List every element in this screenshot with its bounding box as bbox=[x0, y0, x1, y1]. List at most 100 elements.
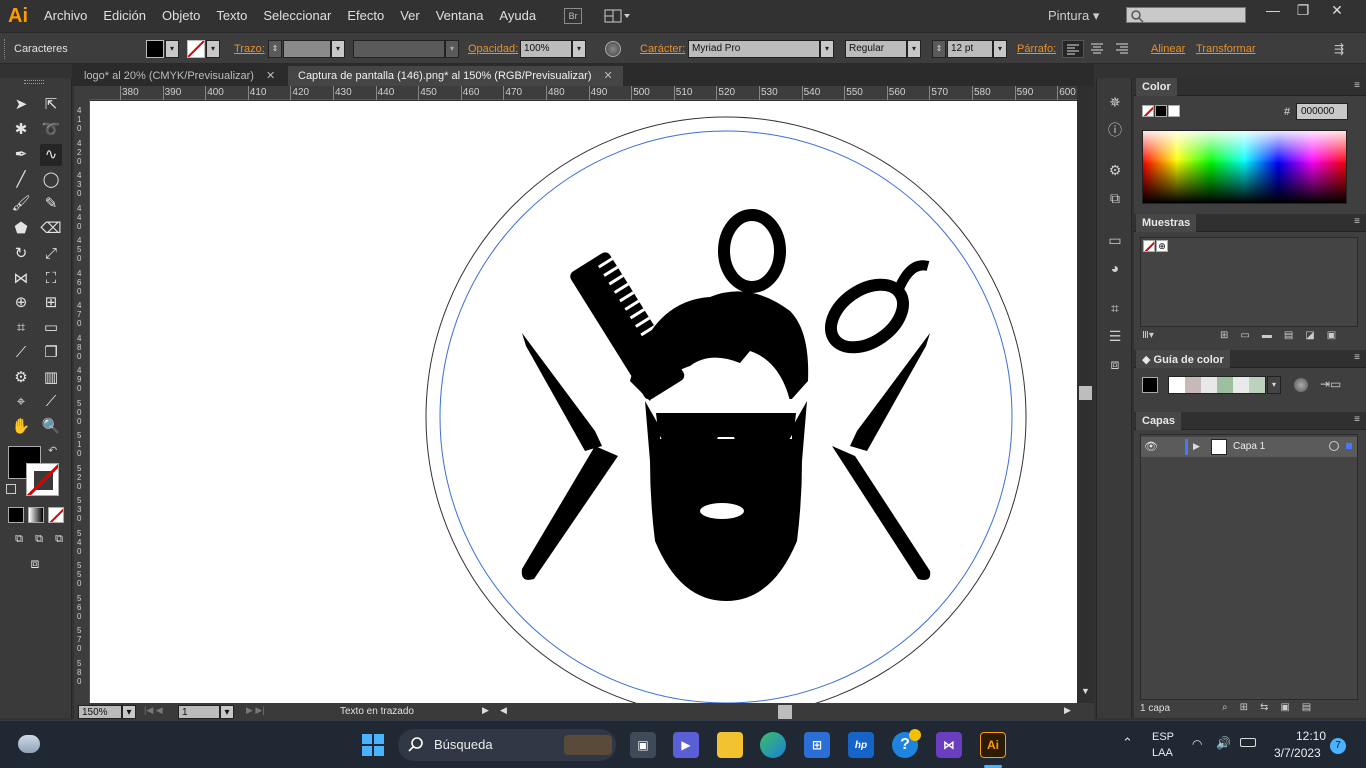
none-mode-icon[interactable] bbox=[48, 507, 64, 523]
menu-archivo[interactable]: Archivo bbox=[36, 0, 95, 32]
expand-triangle-icon[interactable]: ▶ bbox=[1193, 441, 1200, 452]
white-swatch[interactable] bbox=[1168, 105, 1180, 117]
last-artboard-icon[interactable]: ▶ ▶| bbox=[246, 705, 265, 716]
opacity-dropdown[interactable]: ▾ bbox=[572, 40, 586, 58]
rotate-tool-icon[interactable]: ↻ bbox=[10, 243, 32, 265]
direct-selection-tool-icon[interactable]: ⇱ bbox=[40, 94, 62, 116]
vertical-scrollbar[interactable]: ▼ bbox=[1077, 86, 1094, 703]
menu-ver[interactable]: Ver bbox=[392, 0, 428, 32]
gradient-panel-icon[interactable]: ▭ bbox=[1105, 230, 1125, 250]
hex-input[interactable]: 000000 bbox=[1296, 103, 1348, 120]
variable-width-dropdown[interactable]: ▾ bbox=[445, 40, 459, 58]
menu-ventana[interactable]: Ventana bbox=[428, 0, 492, 32]
align-right-icon[interactable] bbox=[1112, 40, 1134, 58]
scroll-down-icon[interactable]: ▼ bbox=[1081, 686, 1090, 696]
color-panel-tab[interactable]: Color bbox=[1136, 78, 1177, 96]
default-colors-icon[interactable] bbox=[6, 484, 16, 494]
tab-logo[interactable]: logo* al 20% (CMYK/Previsualizar) ✕ bbox=[74, 66, 285, 86]
arrange-documents-button[interactable] bbox=[604, 8, 632, 24]
transform-label[interactable]: Transformar bbox=[1196, 43, 1256, 55]
menu-seleccionar[interactable]: Seleccionar bbox=[255, 0, 339, 32]
start-icon[interactable] bbox=[360, 732, 386, 758]
eyedropper-tool-icon[interactable]: ⟋ bbox=[10, 342, 32, 364]
none-swatch[interactable] bbox=[1143, 240, 1155, 252]
show-hidden-icons[interactable]: ⌃ bbox=[1122, 735, 1133, 751]
battery-icon[interactable] bbox=[1240, 738, 1256, 747]
none-swatch[interactable] bbox=[1142, 105, 1154, 117]
task-view-icon[interactable]: ▣ bbox=[630, 732, 656, 758]
weather-icon[interactable] bbox=[18, 735, 40, 753]
menu-edicion[interactable]: Edición bbox=[95, 0, 154, 32]
restore-button[interactable]: ❐ bbox=[1288, 2, 1318, 20]
font-family-dropdown[interactable]: ▾ bbox=[820, 40, 834, 58]
layer-row[interactable]: 👁 ▶ Capa 1 bbox=[1141, 437, 1357, 457]
close-icon[interactable]: ✕ bbox=[266, 70, 275, 82]
draw-behind-icon[interactable]: ⧉ bbox=[28, 528, 50, 550]
illustrator-taskbar-icon[interactable]: Ai bbox=[980, 732, 1006, 758]
help-search-input[interactable] bbox=[1126, 7, 1246, 23]
color-themes-icon[interactable]: ◕ bbox=[1105, 258, 1125, 278]
align-panel-icon[interactable]: ☰ bbox=[1105, 326, 1125, 346]
font-size-stepper[interactable]: ⇕ bbox=[932, 40, 946, 58]
shape-builder-tool-icon[interactable]: ⊕ bbox=[10, 292, 32, 314]
horizontal-ruler[interactable]: 380 390 400 410 420 430 440 450 460 470 480 490 500 5… bbox=[90, 86, 1077, 100]
artboard-dropdown[interactable]: ▾ bbox=[220, 705, 234, 719]
taskbar-search[interactable]: Búsqueda bbox=[398, 729, 616, 761]
harmony-dropdown[interactable]: ▾ bbox=[1267, 376, 1281, 394]
symbol-sprayer-tool-icon[interactable]: ⚙ bbox=[10, 367, 32, 389]
target-icon[interactable] bbox=[1329, 441, 1339, 451]
black-swatch[interactable] bbox=[1155, 105, 1167, 117]
stroke-weight-dropdown[interactable]: ▾ bbox=[331, 40, 345, 58]
gradient-mode-icon[interactable] bbox=[28, 507, 44, 523]
mesh-tool-icon[interactable]: ⌗ bbox=[10, 317, 32, 339]
swatches-panel-tab[interactable]: Muestras bbox=[1136, 214, 1197, 232]
visual-studio-icon[interactable]: ⋈ bbox=[936, 732, 962, 758]
close-icon[interactable]: ✕ bbox=[604, 70, 613, 82]
line-tool-icon[interactable]: ╱ bbox=[10, 169, 32, 191]
opacity-field[interactable]: 100% bbox=[520, 40, 572, 58]
bridge-button[interactable]: Br bbox=[564, 8, 583, 24]
teams-chat-icon[interactable]: ▶ bbox=[673, 732, 699, 758]
registration-swatch[interactable]: ⊕ bbox=[1156, 240, 1168, 252]
align-left-icon[interactable] bbox=[1062, 40, 1084, 58]
keyboard-layout[interactable]: LAA bbox=[1152, 747, 1173, 759]
gradient-tool-icon[interactable]: ▭ bbox=[40, 317, 62, 339]
swatch-libraries-icon[interactable]: Ⅲ▾ bbox=[1142, 330, 1154, 341]
barber-logo-artwork[interactable] bbox=[90, 101, 1077, 703]
swatch-actions-icon[interactable]: ⊞▭▬▤◪▣ bbox=[1220, 330, 1348, 341]
swap-colors-icon[interactable]: ↶ bbox=[48, 444, 57, 457]
appearance-icon[interactable]: ⚙ bbox=[1105, 160, 1125, 180]
zoom-field[interactable]: 150% bbox=[78, 705, 122, 719]
free-transform-tool-icon[interactable]: ⛶ bbox=[40, 268, 62, 290]
stroke-dropdown[interactable]: ▾ bbox=[206, 40, 220, 58]
volume-icon[interactable]: 🔊 bbox=[1216, 736, 1231, 750]
wifi-icon[interactable]: ◠ bbox=[1192, 737, 1202, 751]
file-explorer-icon[interactable] bbox=[717, 732, 743, 758]
edge-browser-icon[interactable] bbox=[760, 732, 786, 758]
scroll-thumb[interactable] bbox=[1079, 386, 1092, 400]
artboard-number-field[interactable]: 1 bbox=[178, 705, 220, 719]
character-label[interactable]: Carácter: bbox=[640, 43, 685, 55]
menu-ayuda[interactable]: Ayuda bbox=[491, 0, 544, 32]
ruler-origin[interactable] bbox=[74, 86, 90, 100]
variable-width-field[interactable] bbox=[353, 40, 445, 58]
pathfinder-icon[interactable]: ⧈ bbox=[1105, 354, 1125, 374]
stroke-swatch[interactable] bbox=[187, 40, 205, 58]
panel-menu-icon[interactable]: ⇶ bbox=[1334, 42, 1344, 56]
slice-tool-icon[interactable]: ⟋ bbox=[40, 391, 62, 413]
screen-mode-icon[interactable]: ⧈ bbox=[24, 552, 46, 574]
transform-panel-icon[interactable]: ⌗ bbox=[1105, 298, 1125, 318]
stroke-label[interactable]: Trazo: bbox=[234, 43, 265, 55]
stroke-weight-stepper[interactable]: ⇕ bbox=[268, 40, 282, 58]
pencil-tool-icon[interactable]: ✎ bbox=[40, 193, 62, 215]
eraser-tool-icon[interactable]: ⌫ bbox=[40, 218, 62, 240]
font-size-field[interactable]: 12 pt bbox=[947, 40, 993, 58]
transparency-icon[interactable]: ⧉ bbox=[1105, 188, 1125, 208]
paragraph-label[interactable]: Párrafo: bbox=[1017, 43, 1056, 55]
harmony-strip[interactable] bbox=[1168, 376, 1266, 394]
zoom-tool-icon[interactable]: 🔍 bbox=[40, 416, 62, 438]
base-color-swatch[interactable] bbox=[1142, 377, 1158, 393]
blend-tool-icon[interactable]: ❐ bbox=[40, 342, 62, 364]
font-family-field[interactable]: Myriad Pro bbox=[688, 40, 820, 58]
font-style-dropdown[interactable]: ▾ bbox=[907, 40, 921, 58]
